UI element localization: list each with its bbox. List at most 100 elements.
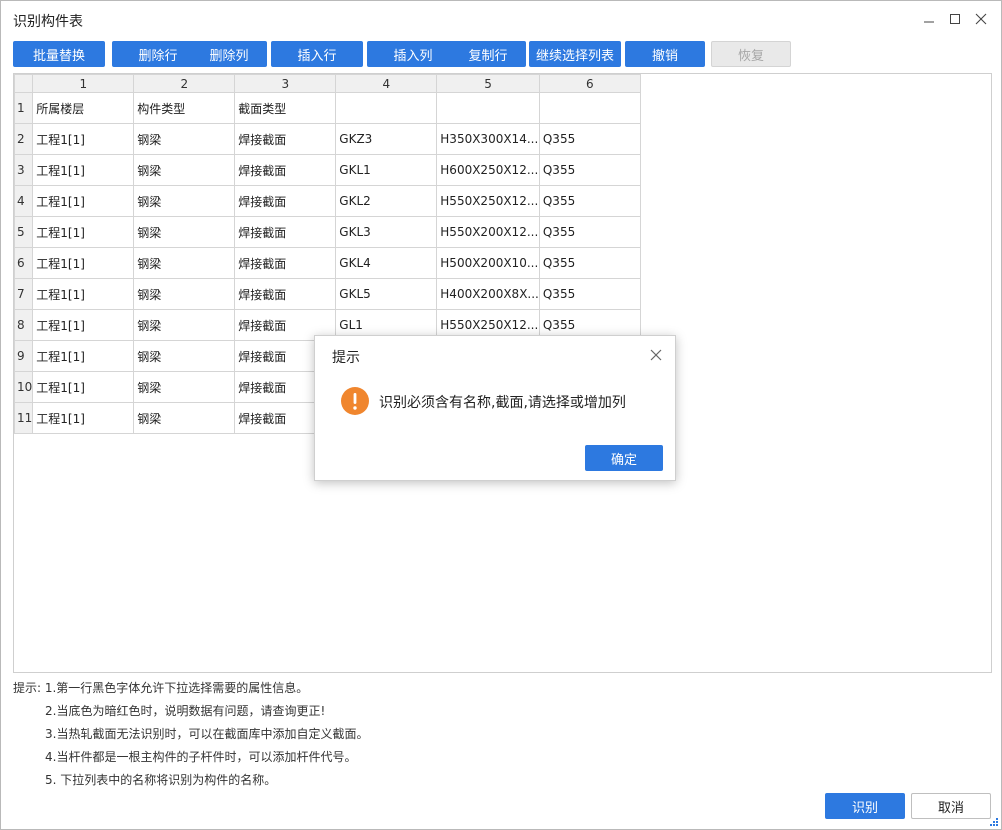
grid-cell[interactable]: 钢梁 bbox=[133, 216, 236, 248]
grid-header-row: 123456 bbox=[14, 74, 641, 93]
grid-cell[interactable]: 钢梁 bbox=[133, 278, 236, 310]
grid-cell[interactable]: Q355 bbox=[538, 278, 641, 310]
grid-cell[interactable]: H500X200X10... bbox=[436, 247, 540, 279]
grid-cell[interactable]: Q355 bbox=[538, 216, 641, 248]
grid-cell[interactable]: GKL4 bbox=[335, 247, 438, 279]
grid-cell[interactable]: H550X250X12... bbox=[436, 185, 540, 217]
column-header[interactable]: 6 bbox=[538, 74, 641, 93]
dialog-title: 提示 bbox=[332, 350, 360, 366]
alert-dialog: 提示 识别必须含有名称,截面,请选择或增加列 确定 bbox=[314, 335, 676, 481]
grid-cell[interactable]: 工程1[1] bbox=[32, 154, 135, 186]
grid-cell[interactable]: H600X250X12... bbox=[436, 154, 540, 186]
grid-cell[interactable]: 钢梁 bbox=[133, 154, 236, 186]
column-header[interactable]: 3 bbox=[234, 74, 337, 93]
component-table-window: 识别构件表 批量替换 删除行 删除列 插入行 插入列 复制行 继续选择列表 撤销… bbox=[0, 0, 1002, 830]
grid-cell[interactable]: 钢梁 bbox=[133, 185, 236, 217]
hint-line-5: 5. 下拉列表中的名称将识别为构件的名称。 bbox=[45, 773, 277, 787]
grid-cell[interactable]: 工程1[1] bbox=[32, 340, 135, 372]
column-header[interactable]: 5 bbox=[436, 74, 540, 93]
insert-column-button[interactable]: 插入列 bbox=[367, 41, 459, 67]
delete-column-button[interactable]: 删除列 bbox=[191, 41, 267, 67]
grid-cell[interactable]: 所属楼层 bbox=[32, 92, 135, 124]
row-number[interactable]: 4 bbox=[14, 185, 34, 217]
grid-cell[interactable]: H550X200X12... bbox=[436, 216, 540, 248]
grid-cell[interactable]: 工程1[1] bbox=[32, 247, 135, 279]
row-number[interactable]: 9 bbox=[14, 340, 34, 372]
grid-cell[interactable]: 工程1[1] bbox=[32, 185, 135, 217]
grid-cell[interactable]: 工程1[1] bbox=[32, 123, 135, 155]
grid-cell[interactable]: Q355 bbox=[538, 185, 641, 217]
grid-cell[interactable]: 截面类型 bbox=[234, 92, 337, 124]
batch-replace-button[interactable]: 批量替换 bbox=[13, 41, 105, 67]
grid-cell[interactable]: GKZ3 bbox=[335, 123, 438, 155]
dialog-ok-button[interactable]: 确定 bbox=[585, 445, 663, 471]
grid-cell[interactable]: 焊接截面 bbox=[234, 154, 337, 186]
grid-cell[interactable]: 焊接截面 bbox=[234, 185, 337, 217]
table-row: 4 工程1[1] 钢梁 焊接截面 GKL2 H550X250X12... Q355 bbox=[14, 185, 641, 217]
table-row: 3 工程1[1] 钢梁 焊接截面 GKL1 H600X250X12... Q355 bbox=[14, 154, 641, 186]
row-number[interactable]: 11 bbox=[14, 402, 34, 434]
warning-icon bbox=[341, 387, 369, 415]
grid-cell[interactable] bbox=[538, 92, 641, 124]
grid-cell[interactable]: 构件类型 bbox=[133, 92, 236, 124]
grid-cell[interactable]: GKL2 bbox=[335, 185, 438, 217]
table-row: 6 工程1[1] 钢梁 焊接截面 GKL4 H500X200X10... Q355 bbox=[14, 247, 641, 279]
resize-grip-icon[interactable] bbox=[989, 817, 999, 827]
minimize-icon bbox=[924, 21, 934, 23]
grid-cell[interactable]: H400X200X8X... bbox=[436, 278, 540, 310]
grid-cell[interactable]: H350X300X14... bbox=[436, 123, 540, 155]
grid-cell[interactable]: 焊接截面 bbox=[234, 247, 337, 279]
copy-row-button[interactable]: 复制行 bbox=[450, 41, 526, 67]
row-number[interactable]: 2 bbox=[14, 123, 34, 155]
grid-corner-cell bbox=[14, 74, 34, 93]
identify-button[interactable]: 识别 bbox=[825, 793, 905, 819]
undo-button[interactable]: 撤销 bbox=[625, 41, 705, 67]
row-number[interactable]: 10 bbox=[14, 371, 34, 403]
table-row: 5 工程1[1] 钢梁 焊接截面 GKL3 H550X200X12... Q355 bbox=[14, 216, 641, 248]
grid-cell[interactable]: 钢梁 bbox=[133, 371, 236, 403]
close-icon bbox=[975, 13, 987, 25]
grid-cell[interactable]: 钢梁 bbox=[133, 309, 236, 341]
row-number[interactable]: 5 bbox=[14, 216, 34, 248]
column-header[interactable]: 2 bbox=[133, 74, 236, 93]
grid-cell[interactable]: Q355 bbox=[538, 123, 641, 155]
maximize-button[interactable] bbox=[941, 7, 969, 31]
row-number[interactable]: 7 bbox=[14, 278, 34, 310]
minimize-button[interactable] bbox=[915, 7, 943, 31]
grid-cell[interactable]: 钢梁 bbox=[133, 247, 236, 279]
grid-cell[interactable]: 工程1[1] bbox=[32, 216, 135, 248]
continue-select-list-button[interactable]: 继续选择列表 bbox=[529, 41, 621, 67]
grid-cell[interactable]: 钢梁 bbox=[133, 340, 236, 372]
hint-line-4: 4.当杆件都是一根主构件的子杆件时，可以添加杆件代号。 bbox=[45, 750, 357, 764]
grid-cell[interactable]: GKL3 bbox=[335, 216, 438, 248]
grid-cell[interactable]: 工程1[1] bbox=[32, 309, 135, 341]
row-number[interactable]: 3 bbox=[14, 154, 34, 186]
grid-cell[interactable]: 焊接截面 bbox=[234, 123, 337, 155]
grid-cell[interactable]: Q355 bbox=[538, 154, 641, 186]
grid-cell[interactable]: 钢梁 bbox=[133, 123, 236, 155]
grid-cell[interactable]: 工程1[1] bbox=[32, 278, 135, 310]
hint-line-2: 2.当底色为暗红色时，说明数据有问题，请查询更正! bbox=[45, 704, 326, 718]
row-number[interactable]: 1 bbox=[14, 92, 34, 124]
grid-cell[interactable]: 焊接截面 bbox=[234, 216, 337, 248]
row-number[interactable]: 8 bbox=[14, 309, 34, 341]
grid-cell[interactable]: Q355 bbox=[538, 247, 641, 279]
hint-line-3: 3.当热轧截面无法识别时，可以在截面库中添加自定义截面。 bbox=[45, 727, 369, 741]
table-row: 1 所属楼层 构件类型 截面类型 bbox=[14, 92, 641, 124]
cancel-button[interactable]: 取消 bbox=[911, 793, 991, 819]
grid-cell[interactable] bbox=[436, 92, 540, 124]
column-header[interactable]: 4 bbox=[335, 74, 438, 93]
grid-cell[interactable]: GKL1 bbox=[335, 154, 438, 186]
grid-cell[interactable]: 工程1[1] bbox=[32, 402, 135, 434]
grid-cell[interactable]: 焊接截面 bbox=[234, 278, 337, 310]
close-button[interactable] bbox=[967, 7, 995, 31]
row-number[interactable]: 6 bbox=[14, 247, 34, 279]
insert-row-button[interactable]: 插入行 bbox=[271, 41, 363, 67]
column-header[interactable]: 1 bbox=[32, 74, 135, 93]
grid-cell[interactable]: 工程1[1] bbox=[32, 371, 135, 403]
grid-cell[interactable]: 钢梁 bbox=[133, 402, 236, 434]
grid-cell[interactable]: GKL5 bbox=[335, 278, 438, 310]
dialog-close-icon[interactable] bbox=[647, 346, 665, 364]
table-row: 2 工程1[1] 钢梁 焊接截面 GKZ3 H350X300X14... Q355 bbox=[14, 123, 641, 155]
grid-cell[interactable] bbox=[335, 92, 438, 124]
